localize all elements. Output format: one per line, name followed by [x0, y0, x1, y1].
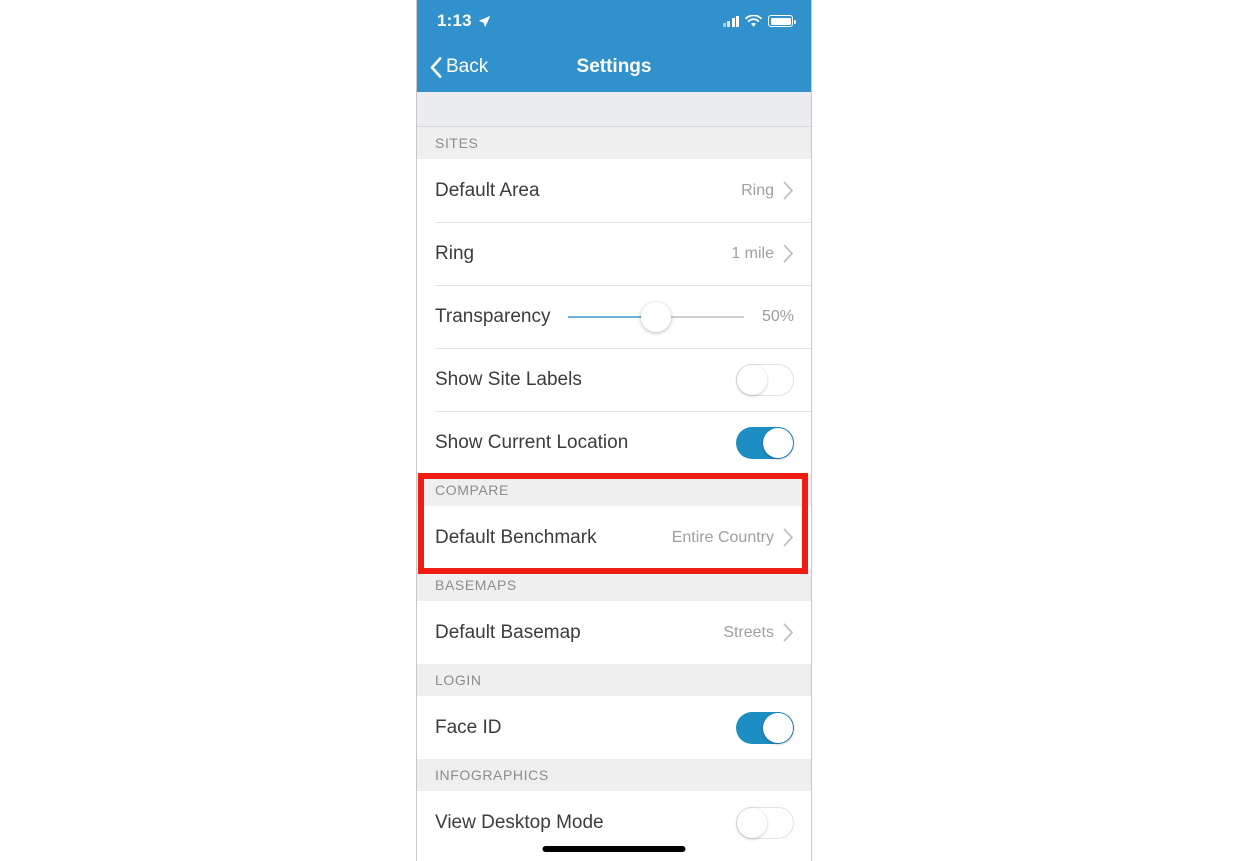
row-transparency: Transparency 50% [417, 285, 811, 348]
row-label: Ring [435, 242, 475, 264]
row-view-desktop-mode: View Desktop Mode [417, 791, 811, 854]
row-value: Streets [723, 623, 774, 641]
row-control: 1 mile [731, 244, 794, 263]
row-value: 1 mile [731, 244, 774, 262]
battery-full-icon [768, 15, 796, 27]
transparency-slider[interactable]: 50% [568, 297, 794, 337]
toggle-knob [763, 427, 793, 458]
row-label: View Desktop Mode [435, 811, 604, 833]
slider-value: 50% [761, 307, 794, 325]
row-control [736, 426, 794, 459]
status-bar: 1:13 [417, 0, 811, 42]
toggle-knob [763, 712, 793, 743]
row-label: Transparency [435, 305, 551, 327]
chevron-right-icon [783, 623, 793, 642]
toggle-view-desktop-mode[interactable] [736, 806, 794, 839]
nav-gap-spacer [417, 92, 811, 127]
row-value: Entire Country [671, 528, 774, 546]
toggle-show-current-location[interactable] [736, 426, 794, 459]
section-header-sites: SITES [417, 127, 811, 159]
status-bar-left: 1:13 [437, 11, 491, 31]
row-control: Ring [741, 181, 794, 200]
row-default-benchmark[interactable]: Default Benchmark Entire Country [417, 506, 811, 569]
toggle-face-id[interactable] [736, 711, 794, 744]
section-header-login: LOGIN [417, 664, 811, 696]
slider-track[interactable] [568, 301, 744, 332]
phone-screen: 1:13 Back Settings SITES Default Area Ri… [416, 0, 812, 861]
row-control [736, 711, 794, 744]
row-label: Default Basemap [435, 621, 581, 643]
toggle-knob [737, 364, 767, 395]
row-control [736, 806, 794, 839]
wifi-icon [745, 14, 762, 27]
section-header-basemaps: BASEMAPS [417, 569, 811, 601]
section-header-compare: COMPARE [417, 474, 811, 506]
nav-bar: Back Settings [417, 42, 811, 92]
chevron-right-icon [783, 181, 793, 200]
row-face-id: Face ID [417, 696, 811, 759]
row-control [736, 363, 794, 396]
row-show-site-labels: Show Site Labels [417, 348, 811, 411]
home-indicator [542, 846, 686, 852]
settings-list: SITES Default Area Ring Ring 1 mile Transpare… [417, 127, 811, 854]
section-header-infographics: INFOGRAPHICS [417, 759, 811, 791]
row-label: Default Benchmark [435, 526, 597, 548]
row-show-current-location: Show Current Location [417, 411, 811, 474]
back-button-label: Back [446, 56, 489, 77]
row-label: Show Current Location [435, 431, 629, 453]
row-default-area[interactable]: Default Area Ring [417, 159, 811, 222]
row-control: Entire Country [672, 528, 794, 547]
back-button[interactable]: Back [417, 56, 488, 78]
row-default-basemap[interactable]: Default Basemap Streets [417, 601, 811, 664]
chevron-left-icon [430, 56, 442, 78]
chevron-right-icon [783, 244, 793, 263]
slider-knob[interactable] [641, 301, 672, 332]
row-control: Streets [723, 623, 794, 642]
status-bar-right [722, 14, 796, 28]
row-label: Default Area [435, 179, 540, 201]
location-arrow-icon [478, 15, 491, 27]
chevron-right-icon [783, 528, 793, 547]
row-value: Ring [741, 181, 774, 199]
cellular-signal-icon [722, 15, 739, 27]
row-label: Face ID [435, 716, 502, 738]
toggle-show-site-labels[interactable] [736, 363, 794, 396]
status-time: 1:13 [437, 11, 472, 30]
row-ring[interactable]: Ring 1 mile [417, 222, 811, 285]
row-label: Show Site Labels [435, 368, 582, 390]
toggle-knob [737, 807, 767, 838]
